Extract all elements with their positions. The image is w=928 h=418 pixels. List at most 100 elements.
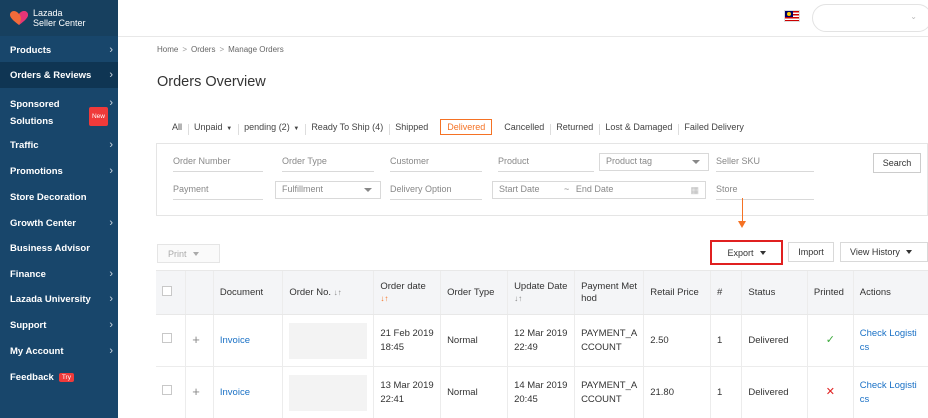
header-actions: Actions — [852, 270, 928, 315]
end-date-field: End Date — [575, 184, 614, 194]
try-badge: Try — [58, 372, 74, 382]
actions-cell: Check Logisti cs — [852, 314, 928, 367]
malaysia-flag-icon[interactable] — [784, 10, 800, 22]
not-printed-x-icon: ✕ — [825, 386, 835, 398]
invoice-link[interactable]: Invoice — [220, 335, 250, 346]
select-all-checkbox[interactable] — [162, 285, 172, 296]
sidebar-item-growth-center[interactable]: Growth Center › — [0, 211, 118, 235]
sort-icon[interactable]: ↓↑ — [334, 288, 342, 297]
order-date: 13 Mar 2019 — [380, 379, 434, 391]
expand-plus-icon[interactable]: + — [192, 384, 200, 399]
export-button[interactable]: Export — [710, 240, 783, 265]
check-logistics-link[interactable]: Check Logisti cs — [860, 328, 917, 353]
sidebar-item-my-account[interactable]: My Account › — [0, 339, 118, 363]
order-no-cell — [282, 366, 374, 418]
date-range-picker[interactable]: Start Date ~ End Date ▦ — [492, 181, 706, 199]
product-input[interactable]: Product — [498, 154, 594, 172]
breadcrumb-home[interactable]: Home — [157, 45, 178, 54]
caret-down-icon — [364, 188, 372, 192]
sidebar-item-sponsored-solutions[interactable]: Sponsored Solutions › New — [0, 90, 118, 130]
fulfillment-select[interactable]: Fulfillment — [275, 181, 381, 199]
row-checkbox[interactable] — [162, 385, 172, 395]
store-input[interactable]: Store — [716, 182, 814, 200]
status-tabs: All Unpaid ▼ pending (2) ▼ Ready To Ship… — [166, 118, 750, 136]
payment-input[interactable]: Payment — [173, 182, 263, 200]
check-logistics-link[interactable]: Check Logisti cs — [860, 380, 917, 405]
chevron-right-icon: › — [109, 97, 113, 109]
sidebar-item-finance[interactable]: Finance › — [0, 262, 118, 286]
customer-input[interactable]: Customer — [390, 154, 482, 172]
breadcrumb-manage-orders: Manage Orders — [228, 45, 284, 54]
header-update-date[interactable]: Update Date ↓↑ — [507, 270, 575, 315]
expand-plus-icon[interactable]: + — [192, 332, 200, 347]
tab-delivered[interactable]: Delivered — [440, 119, 493, 135]
tab-lost-damaged[interactable]: Lost & Damaged — [599, 122, 678, 135]
sidebar-item-feedback[interactable]: Feedback Try — [0, 365, 118, 389]
header-expand — [185, 270, 214, 315]
delivery-option-input[interactable]: Delivery Option — [390, 182, 482, 200]
sidebar-item-label: Products — [10, 44, 52, 56]
update-time: 20:45 — [514, 393, 538, 405]
update-date-cell: 12 Mar 2019 22:49 — [507, 314, 575, 367]
sidebar-item-label: Support — [10, 319, 47, 331]
sidebar-item-store-decoration[interactable]: Store Decoration — [0, 185, 118, 209]
redacted-order-no — [289, 374, 368, 411]
tab-returned[interactable]: Returned — [550, 122, 599, 135]
caret-down-icon: ▼ — [224, 126, 233, 132]
link-label-line2: cs — [859, 393, 870, 405]
tab-ready-to-ship[interactable]: Ready To Ship (4) — [305, 122, 389, 135]
tab-shipped[interactable]: Shipped — [389, 122, 434, 135]
header-printed: Printed — [806, 270, 854, 315]
search-button[interactable]: Search — [873, 153, 921, 173]
sort-active-icon[interactable]: ↓↑ — [380, 294, 388, 303]
chevron-down-icon: ⌄ — [910, 12, 917, 21]
breadcrumb-orders[interactable]: Orders — [191, 45, 215, 54]
seller-sku-input[interactable]: Seller SKU — [716, 154, 814, 172]
start-date-field: Start Date — [499, 184, 540, 194]
order-type-input[interactable]: Order Type — [282, 154, 374, 172]
caret-down-icon — [905, 250, 912, 254]
sidebar-item-products[interactable]: Products › — [0, 38, 118, 62]
lazada-logo[interactable]: Lazada Seller Center — [0, 0, 118, 36]
account-menu[interactable]: ⌄ — [812, 4, 928, 32]
tab-unpaid[interactable]: Unpaid ▼ — [188, 122, 238, 135]
view-history-button[interactable]: View History — [840, 242, 928, 262]
header-label: Order No. — [289, 286, 332, 298]
fulfillment-label: Fulfillment — [282, 184, 324, 194]
tab-label: Unpaid — [194, 122, 223, 132]
filter-panel: Order Number Order Type Customer Product… — [156, 143, 928, 216]
sidebar-item-promotions[interactable]: Promotions › — [0, 159, 118, 183]
brand-subtitle: Seller Center — [33, 18, 86, 28]
header-select-all[interactable] — [156, 270, 186, 315]
tab-all[interactable]: All — [166, 122, 188, 132]
printed-cell: ✕ — [806, 366, 854, 418]
sort-icon[interactable]: ↓↑ — [514, 293, 568, 305]
row-checkbox[interactable] — [162, 333, 172, 343]
sidebar-item-business-advisor[interactable]: Business Advisor — [0, 236, 118, 260]
sidebar-item-label: Orders & Reviews — [10, 69, 92, 81]
invoice-link[interactable]: Invoice — [220, 387, 250, 398]
main-content: Home > Orders > Manage Orders Orders Overvie… — [118, 37, 928, 418]
retail-price-cell: 21.80 — [643, 366, 711, 418]
link-label: Check Logisti — [859, 327, 917, 339]
chevron-right-icon: › — [109, 319, 113, 331]
import-button[interactable]: Import — [788, 242, 834, 262]
sidebar-item-lazada-university[interactable]: Lazada University › — [0, 287, 118, 311]
chevron-right-icon: › — [109, 293, 113, 305]
sidebar-item-traffic[interactable]: Traffic › — [0, 133, 118, 157]
sidebar-item-orders-reviews[interactable]: Orders & Reviews › — [0, 62, 118, 88]
tab-pending[interactable]: pending (2) ▼ — [238, 122, 305, 135]
sidebar-item-support[interactable]: Support › — [0, 313, 118, 337]
header-order-no[interactable]: Order No. ↓↑ — [282, 270, 374, 315]
product-tag-select[interactable]: Product tag — [599, 153, 709, 171]
tab-cancelled[interactable]: Cancelled — [498, 122, 550, 132]
header-order-date[interactable]: Order date ↓↑ — [373, 270, 441, 315]
sidebar-item-label: Traffic — [10, 139, 39, 151]
header-payment-method: Payment Met hod — [574, 270, 644, 315]
order-number-input[interactable]: Order Number — [173, 154, 263, 172]
chevron-right-icon: › — [109, 44, 113, 56]
actions-cell: Check Logisti cs — [852, 366, 928, 418]
caret-down-icon — [192, 251, 199, 256]
tab-failed-delivery[interactable]: Failed Delivery — [678, 122, 750, 135]
redacted-order-no — [289, 322, 368, 359]
